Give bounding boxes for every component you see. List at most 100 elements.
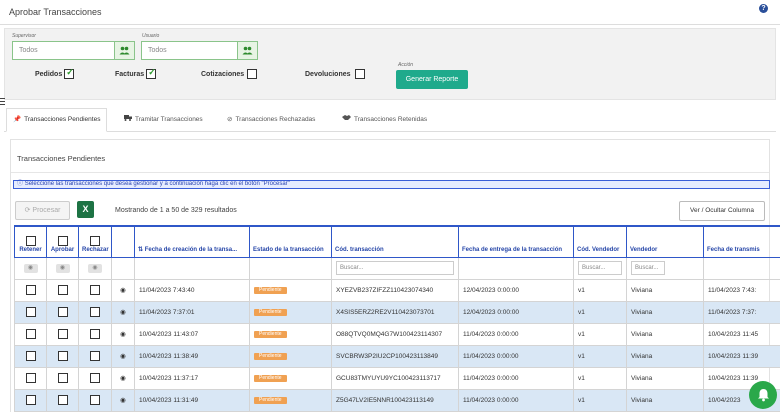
tab-transacciones-pendientes[interactable]: 📌 Transacciones Pendientes — [6, 108, 108, 132]
select-all-rechazar-checkbox[interactable] — [90, 235, 100, 246]
table-row[interactable]: ◉ 10/04/2023 11:43:07 Pendiente O88QTVQ0… — [14, 322, 780, 346]
cell-fecha: 10/04/2023 11:31:49 — [134, 388, 250, 412]
eye-filter-icon[interactable]: ◉ — [55, 263, 70, 273]
eye-icon[interactable]: ◉ — [111, 278, 135, 302]
tab-transacciones-retenidas[interactable]: Transacciones Retenidas — [342, 108, 427, 132]
header-aprobar[interactable]: Aprobar — [46, 225, 79, 258]
info-alert: ⓘ Seleccione las transacciones que desea… — [13, 180, 770, 189]
eye-filter-icon[interactable]: ◉ — [23, 263, 38, 273]
cell-cod-vendedor: v1 — [573, 300, 627, 324]
header-cod-transaccion[interactable]: Cód. transacción — [331, 225, 459, 258]
facturas-check[interactable]: Facturas — [115, 67, 157, 79]
table-row[interactable]: ◉ 11/04/2023 7:43:40 Pendiente XYEZVB237… — [14, 278, 780, 302]
retener-checkbox[interactable] — [25, 307, 36, 317]
filter-cell: Buscar... — [573, 256, 627, 280]
status-badge: Pendiente — [254, 309, 287, 316]
header-fecha-entrega[interactable]: Fecha de entrega de la transacción — [458, 225, 574, 258]
select-all-retener-checkbox[interactable] — [25, 235, 36, 246]
filter-cell — [458, 256, 574, 280]
cell-transmision: 10/04/2023 11:39 — [703, 344, 780, 368]
rechazar-checkbox[interactable] — [90, 285, 100, 295]
tab-label: Transacciones Pendientes — [24, 116, 101, 123]
rechazar-checkbox[interactable] — [90, 351, 100, 361]
help-icon[interactable]: ? — [759, 4, 768, 13]
supervisor-value: Todos — [19, 47, 38, 54]
title-divider — [0, 24, 780, 25]
cotizaciones-checkbox[interactable] — [247, 69, 258, 79]
tab-label: Tramitar Transacciones — [135, 116, 203, 123]
retener-checkbox[interactable] — [25, 373, 36, 383]
tab-label: Transacciones Retenidas — [354, 116, 428, 123]
tab-label: Transacciones Rechazadas — [235, 116, 316, 123]
select-all-aprobar-checkbox[interactable] — [57, 235, 68, 246]
status-badge: Pendiente — [254, 353, 287, 360]
eye-icon[interactable]: ◉ — [111, 366, 135, 390]
rechazar-checkbox[interactable] — [90, 307, 100, 317]
pedidos-check[interactable]: Pedidos — [35, 67, 75, 79]
aprobar-checkbox[interactable] — [57, 307, 68, 317]
status-badge: Pendiente — [254, 375, 287, 382]
table-row[interactable]: ◉ 11/04/2023 7:37:01 Pendiente X4SIS5ERZ… — [14, 300, 780, 324]
retener-checkbox[interactable] — [25, 351, 36, 361]
aprobar-checkbox[interactable] — [57, 285, 68, 295]
eye-icon[interactable]: ◉ — [111, 344, 135, 368]
cell-vendedor: Viviana — [626, 300, 704, 324]
cell-transmision: 11/04/2023 7:37: — [703, 300, 780, 324]
retener-checkbox[interactable] — [25, 395, 36, 405]
cell-cod: XYEZVB237ZIFZZ110423074340 — [331, 278, 459, 302]
aprobar-checkbox[interactable] — [57, 329, 68, 339]
header-fecha-transmision[interactable]: Fecha de transmis — [703, 225, 780, 258]
pedidos-label: Pedidos — [35, 70, 63, 78]
cod-vendedor-search-input[interactable]: Buscar... — [578, 261, 622, 275]
retener-checkbox[interactable] — [25, 285, 36, 295]
eye-icon[interactable]: ◉ — [111, 388, 135, 412]
header-retener[interactable]: Retener — [14, 225, 47, 258]
rechazar-checkbox[interactable] — [90, 329, 100, 339]
eye-filter-icon[interactable]: ◉ — [88, 263, 102, 273]
procesar-button[interactable]: ⟳ Procesar — [15, 201, 70, 220]
devoluciones-checkbox[interactable] — [354, 69, 365, 79]
rechazar-checkbox[interactable] — [90, 373, 100, 383]
procesar-label: Procesar — [32, 207, 61, 214]
sort-icon: ⇅ — [138, 246, 144, 253]
header-rechazar[interactable]: Rechazar — [78, 225, 112, 258]
usuario-users-icon[interactable] — [237, 42, 257, 59]
cell-cod: X4SIS5ERZ2RE2V110423073701 — [331, 300, 459, 324]
rechazar-checkbox[interactable] — [90, 395, 100, 405]
excel-export-icon[interactable]: X — [77, 201, 94, 218]
header-fecha-creacion[interactable]: ⇅ Fecha de creación de la transa... — [134, 225, 250, 258]
eye-icon[interactable]: ◉ — [111, 322, 135, 346]
notification-bell-button[interactable] — [749, 381, 777, 409]
table-row[interactable]: ◉ 10/04/2023 11:38:49 Pendiente SVCBRW3P… — [14, 344, 780, 368]
retener-checkbox[interactable] — [25, 329, 36, 339]
tab-tramitar-transacciones[interactable]: Tramitar Transacciones — [124, 108, 203, 132]
pedidos-checkbox[interactable] — [64, 67, 75, 79]
eye-icon[interactable]: ◉ — [111, 300, 135, 324]
aprobar-checkbox[interactable] — [57, 395, 68, 405]
usuario-select[interactable]: Todos — [141, 41, 258, 60]
status-badge: Pendiente — [254, 287, 287, 294]
cell-fecha: 11/04/2023 7:43:40 — [134, 278, 250, 302]
header-cod-vendedor[interactable]: Cód. Vendedor — [573, 225, 627, 258]
facturas-checkbox[interactable] — [146, 67, 157, 79]
header-estado[interactable]: Estado de la transacción — [249, 225, 332, 258]
cell-transmision: 10/04/2023 11:45 — [703, 322, 780, 346]
supervisor-users-icon[interactable] — [114, 42, 134, 59]
cotizaciones-check[interactable]: Cotizaciones — [201, 69, 258, 79]
cell-cod: GCU83TMYUYU9YC100423113717 — [331, 366, 459, 390]
aprobar-checkbox[interactable] — [57, 373, 68, 383]
tab-transacciones-rechazadas[interactable]: ⊘ Transacciones Rechazadas — [227, 108, 315, 132]
devoluciones-check[interactable]: Devoluciones — [305, 69, 365, 79]
aprobar-checkbox[interactable] — [57, 351, 68, 361]
generar-reporte-button[interactable]: Generar Reporte — [396, 70, 468, 89]
table-row[interactable]: ◉ 10/04/2023 11:31:49 Pendiente Z5G47LV2… — [14, 388, 780, 412]
supervisor-select[interactable]: Todos — [12, 41, 135, 60]
toggle-columns-button[interactable]: Ver / Ocultar Columna — [679, 201, 765, 221]
vendedor-search-input[interactable]: Buscar... — [631, 261, 665, 275]
table-row[interactable]: ◉ 10/04/2023 11:37:17 Pendiente GCU83TMY… — [14, 366, 780, 390]
cod-search-input[interactable]: Buscar... — [336, 261, 454, 275]
header-vendedor[interactable]: Vendedor — [626, 225, 704, 258]
cell-transmision: 11/04/2023 7:43: — [703, 278, 780, 302]
cell-vendedor: Viviana — [626, 388, 704, 412]
menu-toggle-icon[interactable] — [0, 98, 5, 105]
